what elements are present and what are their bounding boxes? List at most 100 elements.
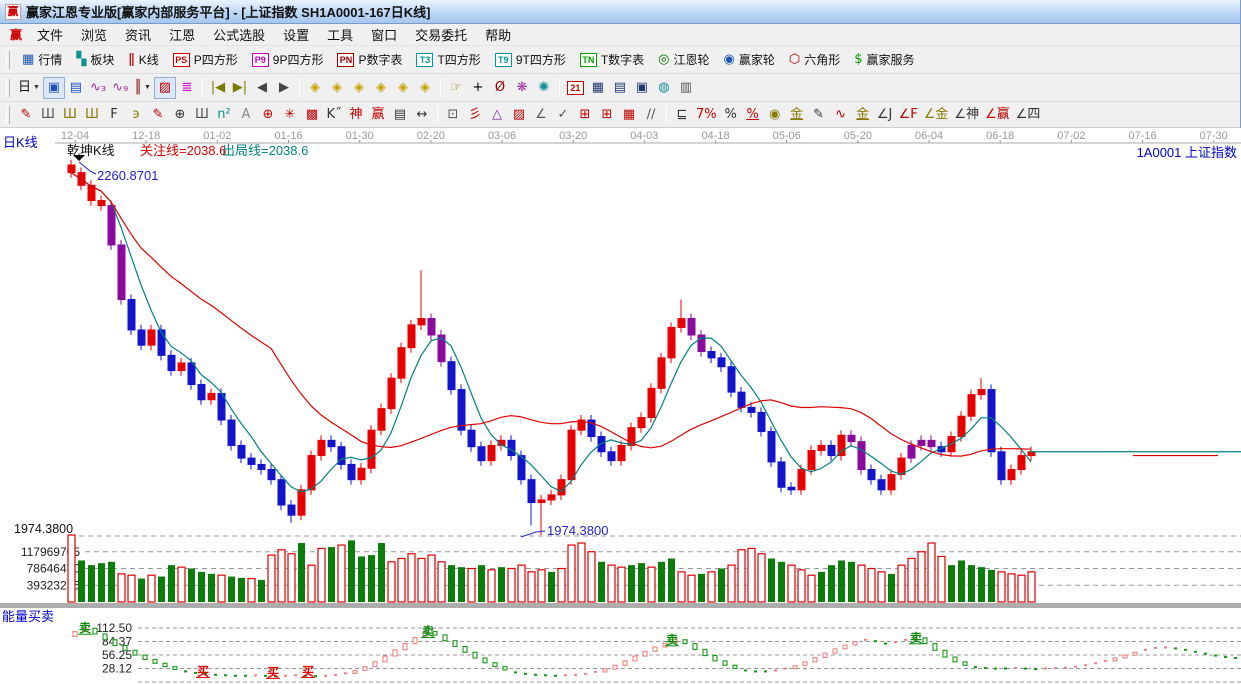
pct-tool[interactable]: % — [720, 104, 742, 126]
grid-comb-tool[interactable]: Ш — [37, 104, 59, 126]
menu-item-3[interactable]: 江恩 — [160, 26, 204, 45]
menu-item-9[interactable]: 帮助 — [476, 26, 520, 45]
menu-item-5[interactable]: 设置 — [274, 26, 318, 45]
grid-red2-tool[interactable]: ⊞ — [596, 104, 618, 126]
compress-xy-button[interactable]: ◈ — [370, 77, 392, 99]
t-square-button[interactable]: T3T四方形 — [409, 48, 487, 71]
angle-si-tool[interactable]: ∠四 — [1013, 104, 1044, 126]
span-arrows-tool[interactable]: ↔ — [411, 104, 433, 126]
hatch-box-tool[interactable]: ▨ — [508, 104, 530, 126]
angle-gold-tool[interactable]: ∠金 — [921, 104, 952, 126]
brush-candle-tool[interactable]: ✎ — [808, 104, 830, 126]
last-button[interactable]: ▶| — [229, 77, 251, 99]
gold-line2-tool[interactable]: 金 — [852, 104, 874, 126]
calculator-button[interactable]: ▦ — [587, 77, 609, 99]
menu-item-2[interactable]: 资讯 — [116, 26, 160, 45]
next-button[interactable]: ▶ — [273, 77, 295, 99]
angle-j-tool[interactable]: ∠J — [874, 104, 896, 126]
period-day-dropdown[interactable]: 日▼ — [15, 77, 43, 99]
menu-item-7[interactable]: 窗口 — [362, 26, 406, 45]
child-window-icon[interactable]: 赢 — [4, 26, 28, 43]
gold-circle-tool[interactable]: ◉ — [764, 104, 786, 126]
pct-line-tool[interactable]: % — [742, 104, 764, 126]
f-comb-tool[interactable]: F — [103, 104, 125, 126]
box-select-tool[interactable]: ⊡ — [442, 104, 464, 126]
candle-style-dropdown[interactable]: ║▼ — [131, 77, 154, 99]
save-button[interactable]: ▣ — [631, 77, 653, 99]
9p-square-button[interactable]: P99P四方形 — [245, 48, 331, 71]
p-square-button[interactable]: PSP四方形 — [166, 48, 245, 71]
volume-bar — [628, 565, 635, 602]
spiral-tool[interactable]: ϶ — [125, 104, 147, 126]
hist-colors-tool[interactable]: ≣ — [176, 77, 198, 99]
circle-grid-tool[interactable]: ⊕ — [169, 104, 191, 126]
chart-area[interactable]: 12-0412-1801-0201-1601-3002-2003-0603-20… — [0, 128, 1241, 684]
publish-button[interactable]: ▥ — [675, 77, 697, 99]
shrink-x-button[interactable]: ◈ — [304, 77, 326, 99]
grid-red-tool[interactable]: ⊞ — [574, 104, 596, 126]
t-table-button[interactable]: TNT数字表 — [573, 48, 651, 71]
kline-button[interactable]: ǁK线 — [121, 48, 165, 71]
calendar-button[interactable]: 21 — [564, 77, 587, 99]
gann-flower-teal-button[interactable]: ✺ — [533, 77, 555, 99]
gold-comb-tool[interactable]: Ш — [59, 104, 81, 126]
seven-pct-tool[interactable]: 7% — [693, 104, 720, 126]
comb-plain-tool[interactable]: Ш — [191, 104, 213, 126]
grid-red3-tool[interactable]: ▦ — [618, 104, 640, 126]
brush-tool[interactable]: ✎ — [15, 104, 37, 126]
wave9-tool[interactable]: ∿₉ — [109, 77, 131, 99]
p-table-button[interactable]: PNP数字表 — [330, 48, 409, 71]
expand-x-button[interactable]: ◈ — [348, 77, 370, 99]
crosshair-button[interactable]: + — [467, 77, 489, 99]
winner-wheel-button[interactable]: ◉赢家轮 — [717, 48, 782, 71]
quotes-button[interactable]: ▦行情 — [15, 48, 69, 71]
prev-button[interactable]: ◀ — [251, 77, 273, 99]
menu-item-1[interactable]: 浏览 — [72, 26, 116, 45]
radial-web-tool[interactable]: ✳ — [279, 104, 301, 126]
hexagon-button[interactable]: ⬡六角形 — [782, 48, 847, 71]
expand-xy-button[interactable]: ◈ — [392, 77, 414, 99]
gann-flower-purple-button[interactable]: ❋ — [511, 77, 533, 99]
drag-hand-button[interactable]: ☞ — [445, 77, 467, 99]
brush-grid-tool[interactable]: ✎ — [147, 104, 169, 126]
menu-item-4[interactable]: 公式选股 — [204, 26, 274, 45]
check-line-tool[interactable]: ✓ — [552, 104, 574, 126]
info-panel-tool[interactable]: ▤ — [65, 77, 87, 99]
web-button[interactable]: ◍ — [653, 77, 675, 99]
sectors-button[interactable]: ▚板块 — [69, 48, 121, 71]
square-web-tool[interactable]: ▩ — [301, 104, 323, 126]
target-tool[interactable]: ⊕ — [257, 104, 279, 126]
ying-comb-tool[interactable]: 赢 — [367, 104, 389, 126]
menu-item-6[interactable]: 工具 — [318, 26, 362, 45]
shen-comb-tool[interactable]: 神 — [345, 104, 367, 126]
angle-ying-tool[interactable]: ∠赢 — [982, 104, 1013, 126]
menu-item-8[interactable]: 交易委托 — [406, 26, 476, 45]
gann-steps-tool[interactable]: ⊑ — [671, 104, 693, 126]
fan-lines-tool[interactable]: 彡 — [464, 104, 486, 126]
wave3-tool[interactable]: ∿₃ — [87, 77, 109, 99]
9t-square-button[interactable]: T99T四方形 — [488, 48, 573, 71]
menu-item-0[interactable]: 文件 — [28, 26, 72, 45]
notes-button[interactable]: ▤ — [609, 77, 631, 99]
angle-f-tool[interactable]: ∠F — [896, 104, 921, 126]
winner-service-button[interactable]: $赢家服务 — [847, 48, 921, 71]
fan-triangle-tool[interactable]: △ — [486, 104, 508, 126]
zoom-cancel-button[interactable]: Ø — [489, 77, 511, 99]
ruler-123-tool[interactable]: ▤ — [389, 104, 411, 126]
grow-x-button[interactable]: ◈ — [326, 77, 348, 99]
gann-wheel-button[interactable]: ◎江恩轮 — [651, 48, 716, 71]
first-button[interactable]: |◀ — [207, 77, 229, 99]
kline-canvas[interactable]: 12-0412-1801-0201-1601-3002-2003-0603-20… — [0, 128, 1241, 684]
wave-tool[interactable]: ∿ — [830, 104, 852, 126]
pattern-tool[interactable]: ▨ — [154, 77, 176, 99]
k-mark-tool[interactable]: K˝ — [323, 104, 345, 126]
gold-comb2-tool[interactable]: Ш — [81, 104, 103, 126]
n2-tool[interactable]: n² — [213, 104, 235, 126]
gann-frame-tool[interactable]: ▣ — [43, 77, 65, 99]
slash-lines-tool[interactable]: ∕∕ — [640, 104, 662, 126]
gold-line-tool[interactable]: 金 — [786, 104, 808, 126]
fit-all-button[interactable]: ◈ — [414, 77, 436, 99]
angle-shen-tool[interactable]: ∠神 — [951, 104, 982, 126]
angle-line-tool[interactable]: ∠ — [530, 104, 552, 126]
angle-a-tool[interactable]: A — [235, 104, 257, 126]
